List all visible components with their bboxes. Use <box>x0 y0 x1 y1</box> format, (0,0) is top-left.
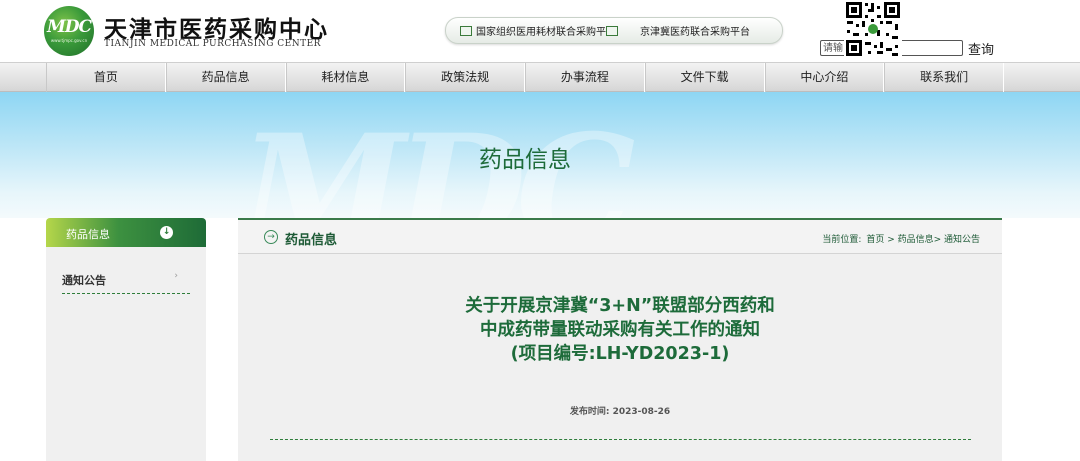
article-title-line: (项目编号:LH-YD2023-1) <box>510 344 730 364</box>
publish-date: 发布时间: 2023-08-26 <box>569 407 671 417</box>
platform-link-label: 京津冀医药联合采购平台 <box>640 27 750 38</box>
article-title-line: 中成药带量联动采购有关工作的通知 <box>480 320 760 340</box>
qr-code-icon <box>844 0 902 58</box>
banner-title: 药品信息 <box>479 147 571 173</box>
breadcrumb: 当前位置: 首页 > 药品信息> 通知公告 <box>822 232 982 245</box>
article-title-line: 关于开展京津冀“3+N”联盟部分西药和 <box>465 296 775 316</box>
sidebar: 通知公告 › <box>46 247 206 461</box>
nav-item-consumables-info[interactable]: 耗材信息 <box>285 63 406 92</box>
nav-item-about[interactable]: 中心介绍 <box>764 63 885 92</box>
divider <box>270 439 971 440</box>
window-icon <box>460 26 472 36</box>
main-content: → 药品信息 当前位置: 首页 > 药品信息> 通知公告 关于开展京津冀“3+N… <box>238 218 1002 461</box>
site-logo[interactable]: MDC www.tjmpc.gov.cn <box>44 6 94 56</box>
nav-item-home[interactable]: 首页 <box>46 63 166 92</box>
nav-item-policy[interactable]: 政策法规 <box>405 63 525 92</box>
right-arrow-circle-icon: → <box>264 230 278 244</box>
search-button[interactable]: 查询 <box>968 39 994 58</box>
sidebar-item-notices[interactable]: 通知公告 › <box>62 271 190 294</box>
nav-item-downloads[interactable]: 文件下载 <box>644 63 765 92</box>
down-arrow-icon: ↓ <box>160 226 173 239</box>
site-name-en: TIANJIN MEDICAL PURCHASING CENTER <box>104 39 321 49</box>
platform-link-national-consumables[interactable]: 国家组织医用耗材联合采购平台 <box>460 23 616 38</box>
section-title: 药品信息 <box>285 233 338 248</box>
nav-item-process[interactable]: 办事流程 <box>525 63 645 92</box>
platform-link-jingjinji[interactable]: 京津冀医药联合采购平台 <box>606 23 750 38</box>
page-banner: MDC 药品信息 <box>0 92 1080 218</box>
chevron-right-icon: › <box>174 271 178 281</box>
main-nav: 首页 药品信息 耗材信息 政策法规 办事流程 文件下载 中心介绍 联系我们 <box>0 62 1080 92</box>
nav-item-drug-info[interactable]: 药品信息 <box>165 63 286 92</box>
site-header: MDC www.tjmpc.gov.cn 天津市医药采购中心 TIANJIN M… <box>0 0 1080 62</box>
sidebar-header-label: 药品信息 <box>66 228 110 241</box>
sidebar-header[interactable]: 药品信息 ↓ <box>46 218 206 247</box>
logo-mark-text: MDC <box>46 17 92 37</box>
article-title: 关于开展京津冀“3+N”联盟部分西药和 中成药带量联动采购有关工作的通知 (项目… <box>238 294 1002 366</box>
logo-url-text: www.tjmpc.gov.cn <box>50 38 88 43</box>
breadcrumb-prefix: 当前位置: <box>822 235 862 245</box>
platform-links-bar: 国家组织医用耗材联合采购平台 京津冀医药联合采购平台 <box>445 17 783 44</box>
breadcrumb-path[interactable]: 首页 > 药品信息> 通知公告 <box>866 235 980 245</box>
nav-item-contact[interactable]: 联系我们 <box>884 63 1004 92</box>
window-icon <box>606 26 618 36</box>
platform-link-label: 国家组织医用耗材联合采购平台 <box>476 27 616 38</box>
sidebar-item-label: 通知公告 <box>62 274 106 287</box>
content-header: → 药品信息 当前位置: 首页 > 药品信息> 通知公告 <box>238 218 1002 254</box>
